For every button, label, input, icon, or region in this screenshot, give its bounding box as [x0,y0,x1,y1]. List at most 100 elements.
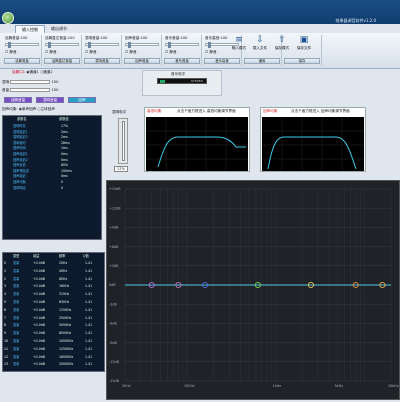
ribbon-volume-slider[interactable] [5,42,39,48]
mic-input-row: 话筒口1 ◉通道1 ○通道2 [12,70,53,75]
app-title: 效果器调音软件v1.2.0 [335,18,376,23]
param-value: 0 [61,180,64,184]
ribbon-volume-slider[interactable] [45,42,79,48]
band-cell: 12500Hz [59,346,74,351]
echo-eq-box[interactable]: 回声均衡 点击下面方框进入 回声均衡调节界面 [260,107,366,172]
band-cell: 1.41 [85,307,93,312]
toolbar-0-label: 输入模式 [231,46,247,50]
band-cell: +0.0dB [33,292,45,297]
band-row[interactable]: 9 变量 +0.0dB 8000Hz 1.41 [3,331,104,336]
mic-volume-button[interactable]: 话筒音量 [4,97,32,103]
param-row[interactable]: 混响时长 17% [3,124,101,129]
ribbon-group-button[interactable]: 保存 [284,58,320,64]
high-low-eq-plot [146,117,248,171]
toolbar-1-button[interactable]: ⇩ 载入文件 [250,35,270,57]
ribbon-group: 回声音量:100 ☐ 静音 回声音量 [122,35,162,66]
param-row[interactable]: 回声延迟 0ms [3,174,101,179]
slider-knob[interactable] [88,42,91,48]
band-row[interactable]: 8 变量 +0.0dB 5000Hz 1.41 [3,323,104,328]
param-row[interactable]: 混响延迟1 2ms [3,130,101,135]
param-row[interactable]: 回声反馈 60% [3,163,101,168]
mono-radio[interactable]: ◉单声回声 [19,107,37,111]
mute-checkbox[interactable]: ☐ 静音 [85,50,97,55]
band-row[interactable]: 1 变量 +0.0dB 40Hz 1.41 [3,269,104,274]
param-row[interactable]: 回声均衡 0 [3,180,101,185]
mute-checkbox[interactable]: ☐ 静音 [45,50,57,55]
band-cell: 1 [4,268,7,273]
band-cell: 1.41 [85,300,93,304]
band-cell: 变量 [13,346,20,351]
mute-checkbox[interactable]: ☐ 静音 [165,50,177,55]
slider-knob[interactable] [8,42,11,48]
slider-knob[interactable] [208,42,211,48]
stereo-radio[interactable]: ○立体回声 [37,107,55,111]
eq-x-tick: 5kHz [335,384,344,388]
high-low-eq-box[interactable]: 高低均衡 点击下面方框进入 高低均衡调节界面 [144,107,250,172]
band-cell: 1.41 [85,354,93,359]
ribbon-group-label: 音乐音量:100 [165,36,188,40]
volume-slider[interactable] [10,88,51,92]
parametric-eq-graph[interactable]: +15dB +12dB +9dB +6dB +3dB 0dB -3dB -6dB -9dB -12… [106,180,400,400]
eq-y-tick: +9dB [109,226,119,230]
band-cell: +0.0dB [33,261,45,265]
toolbar-2-button[interactable]: ⇧ 保存模式 [272,35,292,57]
ribbon-group-button[interactable]: 混响音量 [84,58,120,64]
slider-knob[interactable] [48,42,51,48]
band-row[interactable]: 12 变量 +0.0dB 16000Hz 1.41 [3,355,104,360]
ribbon-group-button[interactable]: 话筒音量 [4,58,40,64]
band-row[interactable]: 0 变量 +0.0dB 20Hz 1.41 [3,261,104,266]
music-level-panel: 音乐电平 STEREO [142,70,222,96]
band-cell: +0.0dB [33,307,45,312]
ribbon-group-button[interactable]: 音乐音量 [164,58,200,64]
mute-checkbox[interactable]: ☐ 静音 [205,50,217,55]
mute-checkbox[interactable]: ☐ 静音 [125,50,137,55]
band-cell: 1.41 [85,323,93,328]
band-cell: 1.41 [85,261,93,265]
slider-knob[interactable] [128,42,131,48]
tab-input-control[interactable]: 输入控制 [15,25,45,33]
reverb-level-slider[interactable] [118,118,128,164]
band-row[interactable]: 11 变量 +0.0dB 12500Hz 1.41 [3,347,104,352]
slider-knob[interactable] [168,42,171,48]
ribbon-group-button[interactable]: 话筒直达音量 [44,58,80,64]
param-name: 回声时间 [13,146,26,151]
band-cell: 1.41 [85,276,93,281]
mic-ch2-radio[interactable]: ○通道2 [40,70,53,74]
param-name: 回声延迟2 [13,157,28,162]
band-row[interactable]: 7 变量 +0.0dB 2500Hz 1.41 [3,316,104,321]
high-low-eq-hint: 点击下面方框进入 高低均衡调节界面 [177,109,236,113]
band-cell: 5000Hz [59,323,72,328]
ribbon-volume-slider[interactable] [125,42,159,48]
echo-button[interactable]: 回声 [68,97,96,103]
param-row[interactable]: 回声延迟2 0ms [3,158,101,163]
band-row[interactable]: 6 变量 +0.0dB 1250Hz 1.41 [3,308,104,313]
band-cell: 变量 [13,276,20,281]
param-row[interactable]: 回声延迟1 0ms [3,152,101,157]
toolbar-0-button[interactable]: ≡ 输入模式 [229,35,249,57]
tab-output-adjust[interactable]: 输出调节 [45,25,73,33]
band-table: 类型 增益 频率 Q值 0 变量 +0.0dB 20Hz 1.41 1 变量 +0.0dB 40Hz 1.… [2,252,105,372]
ribbon-volume-slider[interactable] [85,42,119,48]
band-row[interactable]: 5 变量 +0.0dB 630Hz 1.41 [3,300,104,305]
ribbon-group-button[interactable]: 回声音量 [124,58,160,64]
param-row[interactable]: 混响响应 0 [3,186,101,191]
band-row[interactable]: 2 变量 +0.0dB 80Hz 1.41 [3,277,104,282]
band-row[interactable]: 10 变量 +0.0dB 10000Hz 1.41 [3,339,104,344]
band-row[interactable]: 13 变量 +0.0dB 20000Hz 1.41 [3,362,104,367]
param-name: 混响响应 [13,185,26,190]
band-row[interactable]: 4 变量 +0.0dB 315Hz 1.41 [3,292,104,297]
reverb-volume-button[interactable]: 混响音量 [36,97,64,103]
ribbon-group-button[interactable]: 音乐高音 [204,58,240,64]
mute-checkbox[interactable]: ☐ 静音 [5,50,17,55]
band-row[interactable]: 3 变量 +0.0dB 160Hz 1.41 [3,284,104,289]
ribbon-volume-slider[interactable] [165,42,199,48]
ribbon-group-button[interactable]: 通用 [244,58,280,64]
band-cell: +0.0dB [33,331,45,336]
param-row[interactable]: 混响延迟2 2ms [3,135,101,140]
param-row[interactable]: 回声时间 1ms [3,146,101,151]
mic-ch1-radio[interactable]: ◉通道1 [26,70,39,74]
reverb-slider[interactable] [10,80,51,84]
param-value: 0ms [61,174,68,179]
toolbar-3-button[interactable]: ▣ 保存文件 [294,35,314,57]
reverb-level-label: 混响电平 [112,110,127,114]
